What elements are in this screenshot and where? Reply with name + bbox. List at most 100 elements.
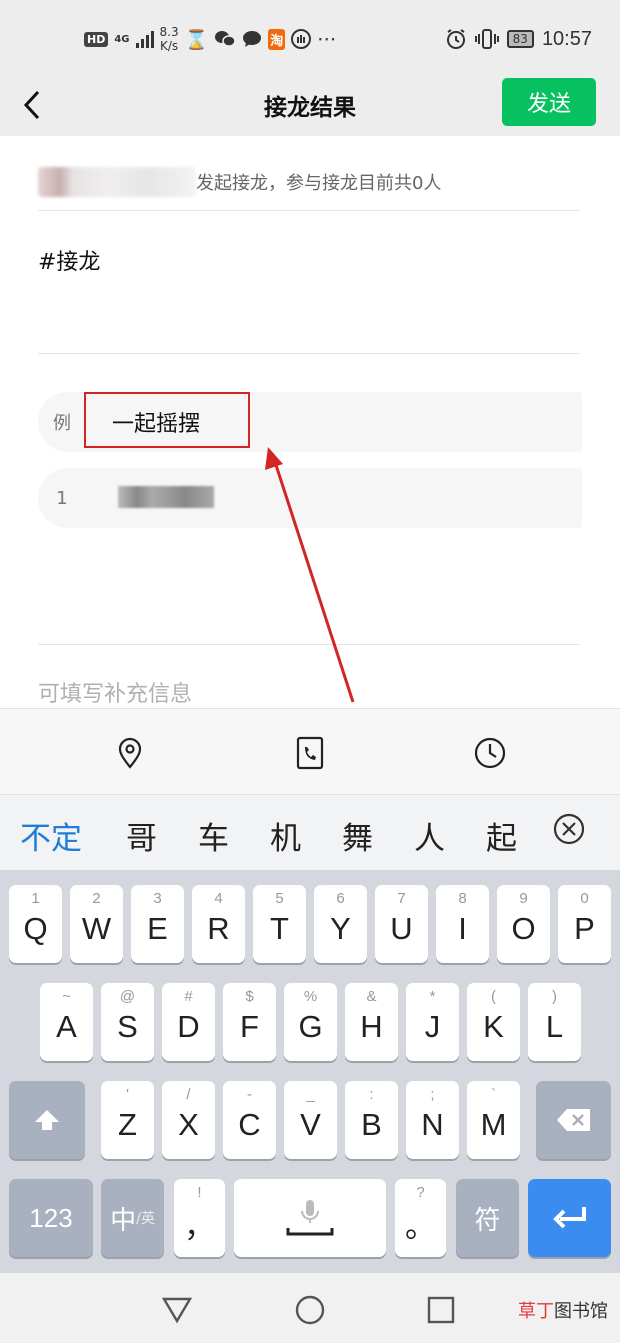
language-key[interactable]: 中/英 xyxy=(101,1179,164,1257)
key-label: D xyxy=(177,1009,200,1044)
net-speed: 8.3 K/s xyxy=(160,25,179,53)
enter-key[interactable] xyxy=(528,1179,611,1257)
key-w[interactable]: 2W xyxy=(70,885,123,963)
key-v[interactable]: _ V xyxy=(284,1081,337,1159)
numeric-key[interactable]: 123 xyxy=(9,1179,93,1257)
key-s[interactable]: @ S xyxy=(101,983,154,1061)
key-f[interactable]: $ F xyxy=(223,983,276,1061)
home-circle-icon[interactable] xyxy=(293,1293,327,1327)
key-hint: # xyxy=(184,988,193,1005)
key-label: T xyxy=(270,911,289,946)
key-label: X xyxy=(178,1107,199,1142)
battery-icon: 83 xyxy=(506,30,534,48)
key-label: B xyxy=(361,1107,382,1142)
key-p[interactable]: 0P xyxy=(558,885,611,963)
key-n[interactable]: ; N xyxy=(406,1081,459,1159)
key-b[interactable]: :B xyxy=(345,1081,398,1159)
key-a[interactable]: ~ A xyxy=(40,983,93,1061)
period-key[interactable]: ?。 xyxy=(395,1179,446,1257)
candidate-item[interactable]: 不定 xyxy=(20,813,82,858)
symbol-key[interactable]: 符 xyxy=(456,1179,519,1257)
key-h[interactable]: & H xyxy=(345,983,398,1061)
candidate-item[interactable]: 机 xyxy=(270,813,301,858)
key-label: ， xyxy=(184,1208,215,1244)
toolbar xyxy=(0,708,620,794)
key-r[interactable]: 4R xyxy=(192,885,245,963)
key-c[interactable]: -C xyxy=(223,1081,276,1159)
supplement-input[interactable]: 可填写补充信息 xyxy=(38,676,192,708)
candidate-item[interactable]: 哥 xyxy=(126,813,157,858)
watermark-rest: 图书馆 xyxy=(554,1301,608,1322)
keyboard: 1Q 2W 3E 4R 5T 6Y 7U 8I 9O 0P ~ A @ S # D $… xyxy=(0,870,620,1273)
key-label: L xyxy=(545,1009,564,1044)
alarm-icon xyxy=(446,29,465,49)
vibrate-icon xyxy=(474,29,499,49)
candidate-item[interactable]: 人 xyxy=(414,813,445,858)
key-d[interactable]: # D xyxy=(162,983,215,1061)
key-label: O xyxy=(511,911,536,946)
key-sub-label: /英 xyxy=(136,1211,155,1227)
key-hint: ! xyxy=(197,1184,202,1201)
chat-bubble-icon xyxy=(243,31,262,47)
candidate-item[interactable]: 舞 xyxy=(342,813,373,858)
clock-icon[interactable] xyxy=(472,735,508,771)
key-o[interactable]: 9O xyxy=(497,885,550,963)
phone-icon[interactable] xyxy=(292,735,328,771)
key-y[interactable]: 6Y xyxy=(314,885,367,963)
key-hint: 3 xyxy=(153,890,162,907)
key-hint: 9 xyxy=(519,890,528,907)
candidate-item[interactable]: 车 xyxy=(198,813,229,858)
key-u[interactable]: 7U xyxy=(375,885,428,963)
key-hint: 2 xyxy=(92,890,101,907)
space-key[interactable] xyxy=(234,1179,386,1257)
speed-value: 8.3 xyxy=(159,25,179,39)
recents-square-icon[interactable] xyxy=(424,1293,458,1327)
comma-key[interactable]: !， xyxy=(174,1179,225,1257)
send-button[interactable]: 发送 xyxy=(502,78,596,126)
key-z[interactable]: ' Z xyxy=(101,1081,154,1159)
key-label: C xyxy=(238,1107,261,1142)
key-label: S xyxy=(117,1009,138,1044)
key-hint: ( xyxy=(491,988,496,1005)
taobao-icon: 淘 xyxy=(268,28,286,50)
hd-badge: HD xyxy=(84,31,109,47)
shift-key[interactable] xyxy=(9,1081,85,1159)
key-x[interactable]: / X xyxy=(162,1081,215,1159)
system-nav-bar: 草丁图书馆 xyxy=(0,1273,620,1343)
key-i[interactable]: 8I xyxy=(436,885,489,963)
key-l[interactable]: ) L xyxy=(528,983,581,1061)
key-hint: % xyxy=(303,988,318,1005)
key-hint: 4 xyxy=(214,890,223,907)
key-e[interactable]: 3E xyxy=(131,885,184,963)
location-icon[interactable] xyxy=(112,735,148,771)
key-label: G xyxy=(298,1009,323,1044)
key-g[interactable]: % G xyxy=(284,983,337,1061)
key-k[interactable]: (K xyxy=(467,983,520,1061)
status-right: 83 10:57 xyxy=(445,22,592,56)
candidate-item[interactable]: 起 xyxy=(486,813,524,858)
wechat-icon xyxy=(215,31,237,47)
key-m[interactable]: ` M xyxy=(467,1081,520,1159)
initiator-text: 发起接龙，参与接龙目前共0人 xyxy=(196,173,442,194)
key-j[interactable]: * J xyxy=(406,983,459,1061)
key-hint: * xyxy=(429,988,436,1005)
close-candidates-icon[interactable] xyxy=(552,812,586,846)
key-hint: ~ xyxy=(62,988,71,1005)
microphone-icon xyxy=(286,1200,334,1236)
divider xyxy=(38,644,580,645)
backspace-key[interactable] xyxy=(536,1081,611,1159)
speed-unit: K/s xyxy=(159,39,179,53)
initiator-line: 发起接龙，参与接龙目前共0人 xyxy=(38,166,441,198)
key-hint: 7 xyxy=(397,890,406,907)
key-hint: 1 xyxy=(31,890,40,907)
key-label: N xyxy=(421,1107,444,1142)
key-hint: 6 xyxy=(336,890,345,907)
key-q[interactable]: 1Q xyxy=(9,885,62,963)
hourglass-icon: ⌛ xyxy=(184,28,209,51)
back-triangle-icon[interactable] xyxy=(160,1293,194,1327)
blurred-username xyxy=(38,167,196,197)
example-label: 例 xyxy=(38,392,86,452)
topic-text[interactable]: #接龙 xyxy=(38,244,100,276)
shift-icon xyxy=(35,1110,59,1130)
key-t[interactable]: 5T xyxy=(253,885,306,963)
